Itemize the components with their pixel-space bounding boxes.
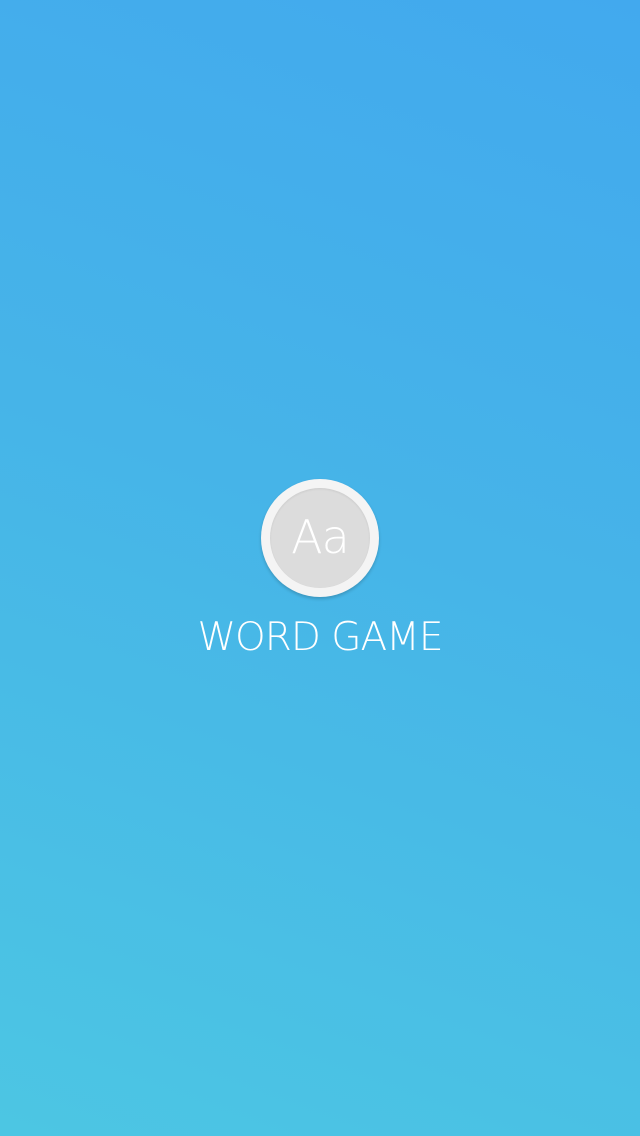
- app-logo: Aa: [261, 479, 379, 597]
- logo-glyph: Aa: [291, 510, 350, 564]
- app-logo-inner-circle: Aa: [270, 488, 370, 588]
- app-title: WORD GAME: [197, 615, 444, 660]
- splash-screen: Aa WORD GAME: [0, 0, 640, 1136]
